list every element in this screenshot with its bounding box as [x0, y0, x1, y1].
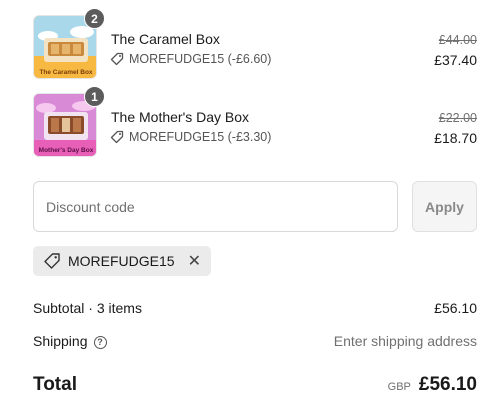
remove-discount-icon[interactable]: ✕	[188, 251, 201, 271]
svg-text:The Caramel Box: The Caramel Box	[39, 69, 92, 76]
total-row: Total GBP £56.10	[33, 374, 477, 396]
item-discount-text: MOREFUDGE15 (-£3.30)	[129, 130, 272, 144]
final-price: £18.70	[434, 130, 477, 146]
tag-icon	[44, 253, 60, 269]
original-price: £44.00	[438, 33, 477, 47]
product-thumbnail: Mother's Day Box 1	[33, 86, 105, 157]
final-price: £37.40	[434, 52, 477, 68]
currency-code: GBP	[387, 381, 411, 393]
subtotal-value: £56.10	[434, 300, 477, 316]
line-item: Mother's Day Box 1 The Mother's Day Box …	[33, 86, 477, 157]
apply-button[interactable]: Apply	[412, 181, 477, 232]
tag-icon	[110, 130, 124, 144]
total-value: £56.10	[418, 374, 477, 395]
item-discount-text: MOREFUDGE15 (-£6.60)	[129, 52, 272, 66]
line-item: The Caramel Box 2 The Caramel Box MOREFU…	[33, 8, 477, 79]
item-discount: MOREFUDGE15 (-£3.30)	[110, 130, 271, 144]
help-icon[interactable]: ?	[93, 335, 107, 349]
shipping-value: Enter shipping address	[333, 333, 477, 349]
item-name: The Caramel Box	[111, 31, 220, 47]
shipping-label: Shipping	[33, 333, 88, 349]
svg-text:Mother's Day Box: Mother's Day Box	[39, 147, 94, 154]
quantity-badge: 2	[84, 8, 105, 29]
original-price: £22.00	[438, 111, 477, 125]
shipping-row: Shipping? Enter shipping address	[33, 333, 477, 349]
discount-code-input[interactable]	[33, 181, 398, 232]
subtotal-row: Subtotal · 3 items £56.10	[33, 300, 477, 316]
total-amount: GBP £56.10	[388, 374, 477, 396]
item-discount: MOREFUDGE15 (-£6.60)	[110, 52, 271, 66]
tag-icon	[110, 52, 124, 66]
shipping-label-wrap: Shipping?	[33, 333, 107, 349]
subtotal-label: Subtotal · 3 items	[33, 300, 142, 316]
applied-code-label: MOREFUDGE15	[68, 253, 175, 269]
item-name: The Mother's Day Box	[111, 109, 250, 125]
applied-discount-chip: MOREFUDGE15 ✕	[33, 246, 211, 276]
product-thumbnail: The Caramel Box 2	[33, 8, 105, 79]
quantity-badge: 1	[84, 86, 105, 107]
total-label: Total	[33, 374, 77, 395]
